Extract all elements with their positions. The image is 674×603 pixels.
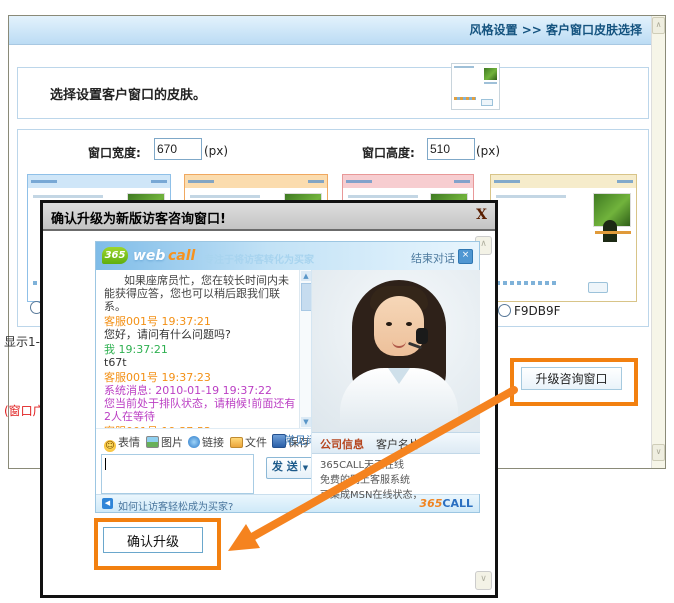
chat-message: 您好，请问有什么问题吗? (104, 328, 299, 341)
chat-header: 365 web call 专注于将访客转化为买家 结束对话 × (96, 242, 479, 270)
emoticon-button[interactable]: ☺表情 (104, 434, 140, 452)
logo-web: web (133, 248, 165, 264)
send-label: 发 送 (272, 460, 298, 473)
chat-message: t67t (104, 356, 299, 369)
company-info-line: 可集成MSN在线状态， (320, 486, 422, 501)
agent-panel: 公司信息 客户名片 365CALL天天在线 免费的网上客服系统 可集成MSN在线… (311, 270, 480, 494)
agent-tabs: 公司信息 客户名片 (312, 432, 480, 454)
width-unit: (px) (204, 144, 228, 158)
mini-titlebar (454, 66, 474, 68)
mini-toolbar (454, 97, 476, 100)
chat-input[interactable] (101, 454, 254, 494)
chat-message: 如果座席员忙，您在较长时间内未能获得应答，您也可以稍后跟我们联系。 (104, 274, 299, 313)
msg-scroll-down-icon[interactable]: ▼ (301, 417, 311, 427)
skin-preview-thumbnail (451, 63, 500, 110)
mini-line (484, 82, 497, 84)
picture-icon (146, 436, 159, 448)
link-icon (188, 436, 200, 448)
agent-photo (312, 270, 480, 432)
thumb-titlebar (28, 175, 170, 188)
confirm-upgrade-button[interactable]: 确认升级 (103, 527, 203, 553)
mini-button (481, 99, 493, 106)
send-button[interactable]: 发 送 ▼ (266, 457, 314, 479)
height-input[interactable] (427, 138, 475, 160)
chat-message: 您当前处于排队状态，请稍候!前面还有2人在等待 (104, 397, 299, 423)
file-icon (230, 437, 243, 448)
skin-radio-4-label: F9DB9F (514, 304, 561, 318)
chat-message: 系统消息: 2010-01-19 19:37:22 (104, 384, 299, 397)
link-button[interactable]: 链接 (188, 434, 224, 450)
chat-toolbar: ☺表情 图片 链接 文件 保存 (96, 428, 311, 453)
footer-arrow-icon: ◀ (102, 498, 113, 509)
logo-call: call (168, 248, 195, 264)
company-info-line: 免费的网上客服系统 (320, 471, 410, 486)
intro-text: 选择设置客户窗口的皮肤。 (50, 84, 206, 103)
window-ad-note: (窗口广 (4, 402, 45, 419)
tab-customer-card[interactable]: 客户名片 (376, 436, 420, 452)
dialog-title: 确认升级为新版访客咨询窗口! (51, 208, 226, 227)
smiley-icon: ☺ (104, 440, 116, 452)
msg-scroll-up-icon[interactable]: ▲ (301, 271, 311, 281)
mini-agent-photo (484, 68, 497, 80)
chat-close-icon[interactable]: × (458, 249, 473, 264)
skin-radio-4[interactable] (498, 304, 511, 317)
thumb-send-button (588, 282, 608, 293)
thumb-toolbar (496, 281, 556, 285)
headset-icon (416, 328, 428, 344)
chat-message: 客服001号 19:37:23 (104, 371, 299, 384)
dialog-scroll-down-icon[interactable]: ∨ (475, 571, 492, 590)
chat-window-preview: 365 web call 专注于将访客转化为买家 结束对话 × 如果座席员忙，您… (95, 241, 480, 513)
thumb-agent-photo (593, 193, 631, 227)
skin-thumbnail-cream[interactable] (490, 174, 637, 302)
height-unit: (px) (476, 144, 500, 158)
close-icon[interactable]: X (476, 207, 487, 223)
height-label: 窗口高度: (362, 144, 415, 161)
image-button[interactable]: 图片 (146, 434, 183, 450)
company-info-line: 365CALL天天在线 (320, 456, 404, 471)
scroll-up-icon[interactable]: ∧ (652, 17, 665, 34)
page-scrollbar[interactable]: ∧ ∨ (651, 16, 665, 468)
chat-message: 我 19:37:21 (104, 343, 299, 356)
footer-logo: 365CALL (419, 497, 473, 510)
width-input[interactable] (154, 138, 202, 160)
send-dropdown-icon[interactable]: ▼ (303, 464, 308, 472)
skin-intro-section: 选择设置客户窗口的皮肤。 (17, 67, 649, 119)
thumb-titlebar (185, 175, 327, 188)
upgrade-window-button[interactable]: 升级咨询窗口 (521, 367, 622, 390)
logo-365-bubble: 365 (102, 247, 128, 264)
end-chat-link[interactable]: 结束对话 (411, 250, 455, 266)
file-button[interactable]: 文件 (230, 434, 267, 450)
logo-slogan: 专注于将访客转化为买家 (204, 251, 314, 266)
footer-link[interactable]: 如何让访客轻松成为买家? (118, 498, 233, 513)
thumb-titlebar (491, 175, 636, 188)
breadcrumb-bar: 风格设置 >> 客户窗口皮肤选择 (9, 16, 652, 45)
chat-message: 客服001号 19:37:21 (104, 315, 299, 328)
breadcrumb[interactable]: 风格设置 >> 客户窗口皮肤选择 (470, 16, 642, 44)
scroll-down-icon[interactable]: ∨ (652, 444, 665, 461)
thumb-titlebar (343, 175, 473, 188)
dialog-titlebar: 确认升级为新版访客咨询窗口! X (43, 203, 495, 231)
text-caret (105, 458, 106, 470)
width-label: 窗口宽度: (88, 144, 141, 161)
tab-company-info[interactable]: 公司信息 (320, 436, 364, 452)
message-list: 如果座席员忙，您在较长时间内未能获得应答，您也可以稍后跟我们联系。 客服001号… (96, 270, 299, 428)
